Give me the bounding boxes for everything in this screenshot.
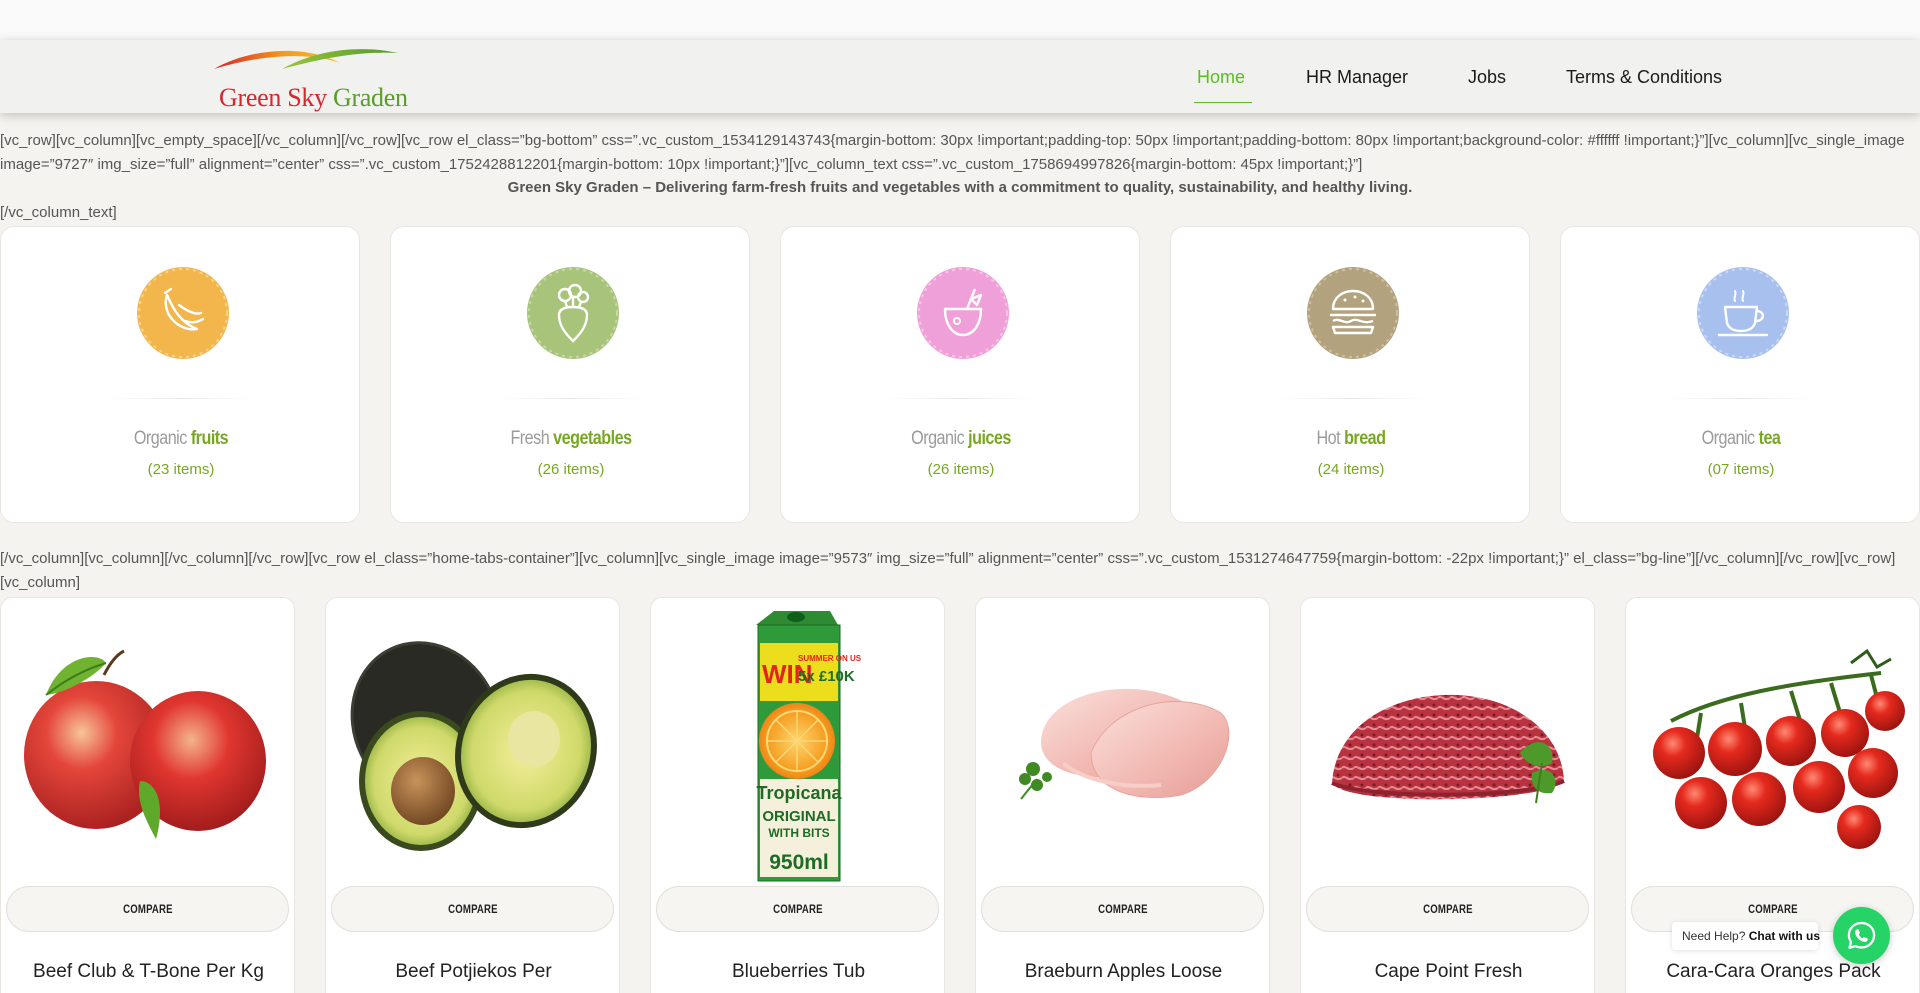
juice-brand-text: Tropicana [756,783,842,803]
juice-volume: 950ml [769,851,829,874]
compare-button[interactable]: COMPARE [656,886,939,932]
nav-hr-manager[interactable]: HR Manager [1306,67,1408,88]
logo-word-2: Graden [332,83,408,112]
juice-carton-image[interactable]: WIN SUMMER ON US 5x £10K Tropicana ORIGI… [656,603,939,886]
category-title-light: Hot [1316,428,1341,449]
compare-label: COMPARE [1422,902,1473,916]
site-logo[interactable]: Green Sky Graden [212,43,408,113]
category-card-juices[interactable]: Organic juices (26 items) [780,226,1140,523]
chat-help-link[interactable]: Chat with us [1749,929,1820,943]
category-count: (26 items) [537,461,605,478]
fruits-icon [137,267,229,359]
product-card[interactable]: COMPARE Beef Club & T-Bone Per Kg [0,597,295,993]
product-name[interactable]: Blueberries Tub [651,961,946,983]
juice-line-1: ORIGINAL [762,808,835,825]
chicken-breast-image[interactable] [981,603,1264,886]
category-card-fruits[interactable]: Organic fruits (23 items) [0,226,360,523]
category-title-bold: tea [1758,428,1781,449]
cherry-tomatoes-image[interactable] [1631,603,1914,886]
nav-home[interactable]: Home [1197,67,1245,88]
whatsapp-chat-button[interactable] [1833,907,1890,964]
logo-swoosh-icon [214,49,398,69]
category-count: (07 items) [1707,461,1775,478]
juice-prize-text: 5x £10K [798,668,855,685]
juices-icon [917,267,1009,359]
tea-icon [1697,267,1789,359]
category-title-bold: juices [968,428,1011,449]
raw-shortcode-text: [vc_row][vc_column][vc_empty_space][/vc_… [0,132,1905,173]
category-title-light: Organic [133,428,187,449]
minced-meat-image[interactable] [1306,603,1589,886]
logo-text: Green Sky Graden [219,83,408,113]
top-strip [0,0,1920,40]
site-header: Green Sky Graden Home HR Manager Jobs Te… [0,40,1920,113]
compare-button[interactable]: COMPARE [981,886,1264,932]
juice-line-2: WITH BITS [768,826,829,840]
card-divider [496,398,646,399]
raw-shortcode-text: [/vc_column_text] [0,204,117,221]
category-title: Organic fruits [28,428,334,450]
compare-label: COMPARE [447,902,498,916]
raw-shortcode-text: [/vc_column][vc_column][/vc_column][/vc_… [0,550,1896,591]
nav-jobs[interactable]: Jobs [1468,67,1506,88]
category-title: Organic tea [1588,428,1894,450]
intro-text: Green Sky Graden – Delivering farm-fresh… [507,179,1413,196]
vegetables-icon [527,267,619,359]
category-title: Hot bread [1198,428,1504,450]
product-card[interactable]: COMPARE Braeburn Apples Loose [975,597,1270,993]
chat-help-prefix: Need Help? [1682,929,1746,943]
compare-label: COMPARE [122,902,173,916]
category-title-bold: fruits [190,428,229,449]
category-title-bold: bread [1344,428,1386,449]
category-title-bold: vegetables [553,428,632,449]
juice-promo-small: SUMMER ON US [798,654,862,663]
bread-icon [1307,267,1399,359]
chat-help-bubble[interactable]: Need Help? Chat with us [1672,922,1820,950]
nav-active-underline [1194,102,1252,103]
product-name[interactable]: Cape Point Fresh [1301,961,1596,983]
product-name[interactable]: Braeburn Apples Loose [976,961,1271,983]
avocado-image[interactable] [331,603,614,886]
category-title-light: Organic [1701,428,1755,449]
nav-terms[interactable]: Terms & Conditions [1566,67,1722,88]
nectarines-image[interactable] [6,603,289,886]
category-card-bread[interactable]: Hot bread (24 items) [1170,226,1530,523]
category-card-vegetables[interactable]: Fresh vegetables (26 items) [390,226,750,523]
compare-button[interactable]: COMPARE [331,886,614,932]
compare-button[interactable]: COMPARE [1306,886,1589,932]
category-card-tea[interactable]: Organic tea (07 items) [1560,226,1920,523]
category-count: (26 items) [927,461,995,478]
category-title-light: Fresh [510,428,550,449]
logo-word-1: Green Sky [219,83,327,112]
product-card[interactable]: WIN SUMMER ON US 5x £10K Tropicana ORIGI… [650,597,945,993]
category-count: (24 items) [1317,461,1385,478]
product-name[interactable]: Cara-Cara Oranges Pack [1626,961,1920,983]
compare-label: COMPARE [772,902,823,916]
category-title: Organic juices [808,428,1114,450]
card-divider [1666,398,1816,399]
category-title-light: Organic [911,428,965,449]
whatsapp-icon [1847,921,1876,949]
category-title: Fresh vegetables [418,428,724,450]
card-divider [1276,398,1426,399]
product-name[interactable]: Beef Potjiekos Per [326,961,621,983]
compare-button[interactable]: COMPARE [6,886,289,932]
category-count: (23 items) [147,461,215,478]
product-name[interactable]: Beef Club & T-Bone Per Kg [1,961,296,983]
card-divider [106,398,256,399]
product-card[interactable]: COMPARE Beef Potjiekos Per [325,597,620,993]
compare-label: COMPARE [1097,902,1148,916]
product-card[interactable]: COMPARE Cape Point Fresh [1300,597,1595,993]
card-divider [886,398,1036,399]
